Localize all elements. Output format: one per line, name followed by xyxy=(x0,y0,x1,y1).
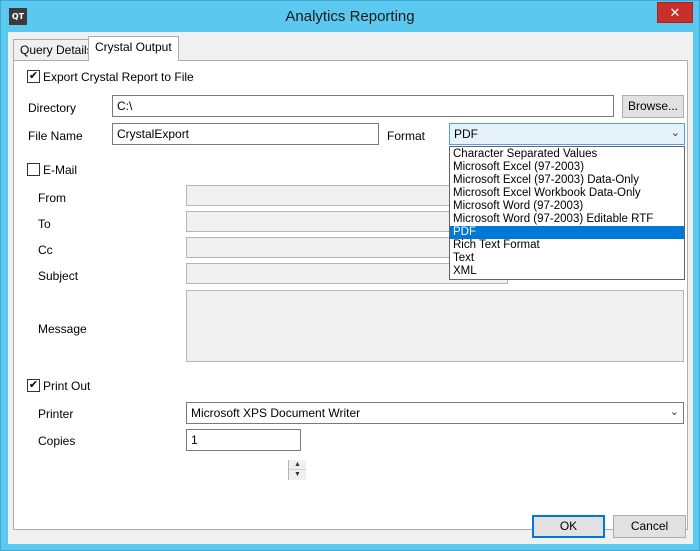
email-checkbox-label: E-Mail xyxy=(43,163,78,177)
window-title: Analytics Reporting xyxy=(285,8,415,25)
format-dropdown-list[interactable]: Character Separated Values Microsoft Exc… xyxy=(449,146,685,280)
filename-label: File Name xyxy=(28,129,83,143)
dropdown-option[interactable]: Rich Text Format xyxy=(450,239,684,252)
close-icon: ✕ xyxy=(669,5,681,20)
cancel-button[interactable]: Cancel xyxy=(613,515,686,538)
chevron-down-icon: ⌄ xyxy=(669,406,679,418)
dropdown-option[interactable]: Microsoft Excel Workbook Data-Only xyxy=(450,187,684,200)
email-checkbox[interactable] xyxy=(27,163,40,176)
filename-input[interactable]: CrystalExport xyxy=(112,123,379,145)
print-checkbox[interactable]: ✔ xyxy=(27,379,40,392)
dropdown-option[interactable]: Microsoft Excel (97-2003) xyxy=(450,161,684,174)
dialog-client-area: Query Details Crystal Output ✔ Export Cr… xyxy=(8,32,693,544)
check-icon: ✔ xyxy=(28,379,39,391)
dropdown-option[interactable]: Text xyxy=(450,252,684,265)
export-checkbox-label: Export Crystal Report to File xyxy=(43,70,194,84)
tab-query-details[interactable]: Query Details xyxy=(13,39,100,60)
spin-up-icon[interactable]: ▲ xyxy=(289,460,306,470)
tab-crystal-output[interactable]: Crystal Output xyxy=(88,36,179,61)
printer-selected-value: Microsoft XPS Document Writer xyxy=(191,406,361,420)
format-selected-value: PDF xyxy=(454,127,478,141)
message-textarea[interactable] xyxy=(186,290,684,362)
format-label: Format xyxy=(387,129,426,143)
dialog-window: QT Analytics Reporting ✕ Query Details C… xyxy=(0,0,700,551)
format-select[interactable]: PDF ⌄ xyxy=(449,123,685,145)
ok-button[interactable]: OK xyxy=(532,515,605,538)
check-icon: ✔ xyxy=(28,70,39,82)
from-label: From xyxy=(38,191,66,205)
dropdown-option[interactable]: Microsoft Word (97-2003) xyxy=(450,200,684,213)
directory-input[interactable]: C:\ xyxy=(112,95,614,117)
copies-spinner[interactable]: ▲ ▼ xyxy=(288,460,306,480)
dropdown-option[interactable]: Character Separated Values xyxy=(450,148,684,161)
close-button[interactable]: ✕ xyxy=(657,2,693,23)
printer-select[interactable]: Microsoft XPS Document Writer ⌄ xyxy=(186,402,684,424)
directory-label: Directory xyxy=(28,101,77,115)
message-label: Message xyxy=(38,322,87,336)
printer-label: Printer xyxy=(38,407,74,421)
export-checkbox[interactable]: ✔ xyxy=(27,70,40,83)
cc-label: Cc xyxy=(38,243,53,257)
chevron-down-icon: ⌄ xyxy=(670,127,680,139)
copies-input[interactable]: 1 xyxy=(186,429,301,451)
subject-label: Subject xyxy=(38,269,79,283)
copies-label: Copies xyxy=(38,434,76,448)
browse-button[interactable]: Browse... xyxy=(622,95,684,118)
dropdown-option[interactable]: XML xyxy=(450,265,684,278)
to-label: To xyxy=(38,217,51,231)
crystal-output-panel: ✔ Export Crystal Report to File Director… xyxy=(13,60,688,530)
print-checkbox-label: Print Out xyxy=(43,379,91,393)
spin-down-icon[interactable]: ▼ xyxy=(289,470,306,480)
title-bar[interactable]: QT Analytics Reporting ✕ xyxy=(1,1,699,32)
dropdown-option[interactable]: Microsoft Excel (97-2003) Data-Only xyxy=(450,174,684,187)
dropdown-option[interactable]: Microsoft Word (97-2003) Editable RTF xyxy=(450,213,684,226)
dropdown-option-selected[interactable]: PDF xyxy=(450,226,684,239)
